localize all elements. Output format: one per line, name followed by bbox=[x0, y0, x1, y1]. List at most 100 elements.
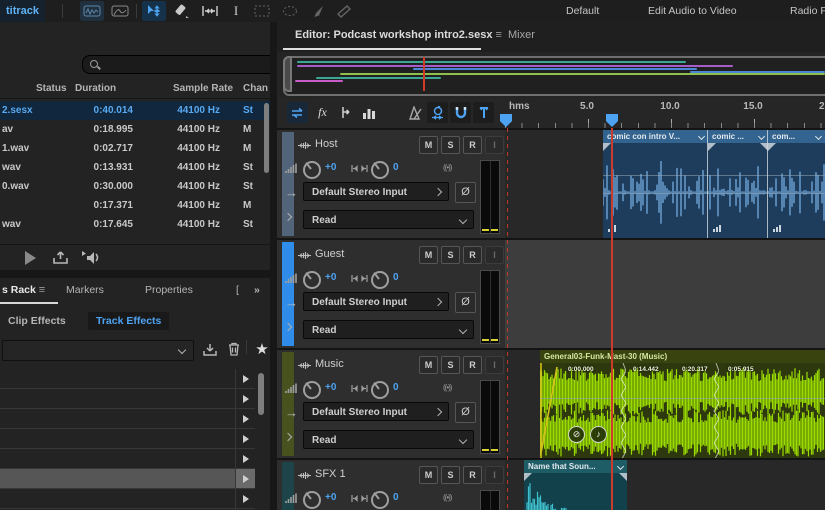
music-clip[interactable]: General03-Funk-Mast-30 (Music) 0:00.000 … bbox=[539, 350, 825, 458]
input-monitor-button[interactable]: I bbox=[485, 356, 504, 374]
expand-chevron-icon[interactable] bbox=[283, 432, 293, 443]
phase-toggle[interactable]: Ø bbox=[455, 292, 476, 313]
preset-dropdown[interactable] bbox=[2, 340, 194, 361]
column-sample-rate[interactable]: Sample Rate bbox=[173, 83, 233, 94]
phase-toggle[interactable]: Ø bbox=[455, 402, 476, 423]
fade-in-envelope[interactable] bbox=[540, 363, 560, 458]
pan-envelope[interactable] bbox=[603, 192, 708, 194]
fade-out-handle[interactable] bbox=[619, 473, 627, 481]
subtab-clip-effects[interactable]: Clip Effects bbox=[0, 312, 74, 330]
panel-divider[interactable] bbox=[0, 270, 270, 278]
subtab-track-effects[interactable]: Track Effects bbox=[88, 312, 170, 330]
marquee-selection-icon[interactable] bbox=[250, 1, 274, 21]
monitor-icon[interactable]: ((•)) bbox=[443, 493, 453, 502]
tab-editor[interactable]: Editor: Podcast workshop intro2.sesx ≡ bbox=[295, 29, 502, 41]
volume-knob[interactable] bbox=[303, 491, 321, 509]
workspace-radio[interactable]: Radio Pr bbox=[790, 0, 825, 22]
slot-arrow-icon[interactable] bbox=[235, 369, 255, 388]
files-scrollbar[interactable] bbox=[264, 103, 269, 173]
solo-button[interactable]: S bbox=[441, 136, 460, 154]
tab-properties[interactable]: Properties bbox=[145, 284, 193, 296]
auto-play-speaker-icon[interactable] bbox=[80, 249, 100, 269]
timeline-navigator[interactable] bbox=[277, 52, 825, 98]
waveform-view-icon[interactable] bbox=[80, 1, 104, 21]
snap-magnet-icon[interactable] bbox=[450, 102, 471, 123]
record-arm-button[interactable]: R bbox=[463, 356, 482, 374]
timeline-ruler[interactable]: hms 5.0 10.0 15.0 2 bbox=[500, 98, 825, 129]
audio-clip[interactable]: comic con intro V... bbox=[602, 130, 708, 238]
expand-chevron-icon[interactable] bbox=[283, 212, 293, 223]
play-button[interactable] bbox=[25, 251, 36, 265]
metronome-icon[interactable] bbox=[405, 102, 426, 123]
clip-music-note-icon[interactable]: ♪ bbox=[590, 426, 607, 443]
input-selector[interactable]: Default Stereo Input bbox=[303, 292, 449, 311]
multitrack-view-button[interactable]: titrack bbox=[0, 0, 46, 22]
spectral-view-icon[interactable] bbox=[108, 1, 132, 21]
navigator-playhead[interactable] bbox=[423, 57, 425, 91]
expand-chevron-icon[interactable] bbox=[283, 322, 293, 333]
track-name[interactable]: Guest bbox=[315, 248, 344, 260]
panel-menu-icon[interactable]: ≡ bbox=[39, 284, 45, 296]
metering-bars-icon[interactable] bbox=[358, 102, 379, 123]
record-arm-button[interactable]: R bbox=[463, 246, 482, 264]
delete-preset-trash-icon[interactable] bbox=[224, 338, 244, 360]
fade-in-handle[interactable] bbox=[524, 473, 532, 481]
fx-icon[interactable]: fx bbox=[312, 102, 333, 123]
effect-slot-row[interactable] bbox=[0, 369, 255, 389]
fade-in-handle[interactable] bbox=[768, 143, 776, 151]
automation-mode-selector[interactable]: Read bbox=[303, 430, 474, 449]
file-row[interactable]: av 0:18.995 44100 Hz M bbox=[0, 120, 270, 139]
skip-selection-icon[interactable] bbox=[427, 102, 448, 123]
volume-knob[interactable] bbox=[303, 161, 321, 179]
audio-clip[interactable]: com... bbox=[767, 130, 825, 238]
razor-tool-icon[interactable] bbox=[170, 1, 194, 21]
move-tool-icon[interactable] bbox=[142, 1, 166, 21]
effect-slot-row[interactable] bbox=[0, 389, 255, 409]
volume-envelope[interactable] bbox=[540, 397, 825, 399]
file-row[interactable]: 0:17.371 44100 Hz M bbox=[0, 196, 270, 215]
track-name[interactable]: Music bbox=[315, 358, 344, 370]
volume-envelope[interactable] bbox=[708, 175, 768, 177]
pan-knob[interactable] bbox=[371, 161, 389, 179]
volume-envelope[interactable] bbox=[603, 175, 708, 177]
slot-arrow-icon[interactable] bbox=[235, 449, 255, 468]
track-lane-sfx[interactable]: Name that Soun... bbox=[505, 460, 825, 510]
selection-start-handle[interactable] bbox=[500, 114, 512, 127]
track-lane-host[interactable]: comic con intro V... comic ... com... bbox=[505, 130, 825, 238]
track-lane-music[interactable]: General03-Funk-Mast-30 (Music) 0:00.000 … bbox=[505, 350, 825, 458]
save-preset-icon[interactable] bbox=[200, 338, 220, 360]
track-name[interactable]: Host bbox=[315, 138, 338, 150]
track-name[interactable]: SFX 1 bbox=[315, 468, 346, 480]
input-monitor-button[interactable]: I bbox=[485, 466, 504, 484]
routing-icon[interactable] bbox=[335, 102, 356, 123]
phase-toggle[interactable]: Ø bbox=[455, 182, 476, 203]
tab-mixer[interactable]: Mixer bbox=[508, 29, 535, 41]
panel-overflow-icon[interactable]: » bbox=[254, 284, 260, 296]
effect-slot-row[interactable] bbox=[0, 489, 255, 509]
column-status[interactable]: Status bbox=[36, 83, 67, 94]
lasso-selection-icon[interactable] bbox=[278, 1, 302, 21]
effect-slot-row[interactable] bbox=[0, 409, 255, 429]
export-icon[interactable] bbox=[52, 249, 69, 269]
navigator-left-handle[interactable] bbox=[283, 56, 292, 92]
fade-in-handle[interactable] bbox=[603, 143, 611, 151]
panel-divider[interactable] bbox=[270, 22, 277, 510]
workspace-default[interactable]: Default bbox=[566, 0, 599, 22]
slot-arrow-icon[interactable] bbox=[235, 429, 255, 448]
volume-knob[interactable] bbox=[303, 271, 321, 289]
fade-in-handle[interactable] bbox=[708, 143, 716, 151]
solo-button[interactable]: S bbox=[441, 356, 460, 374]
file-row[interactable]: 2.sesx 0:40.014 44100 Hz St bbox=[0, 101, 270, 120]
playhead-handle[interactable] bbox=[606, 114, 618, 127]
record-arm-button[interactable]: R bbox=[463, 136, 482, 154]
tab-effects-rack[interactable]: s Rack ≡ bbox=[2, 284, 45, 296]
column-channels[interactable]: Chan bbox=[243, 83, 268, 94]
slot-arrow-icon[interactable] bbox=[235, 469, 255, 488]
spot-healing-tool-icon[interactable] bbox=[332, 1, 356, 21]
track-lane-guest[interactable] bbox=[505, 240, 825, 348]
favorite-star-icon[interactable]: ★ bbox=[252, 338, 272, 360]
mute-button[interactable]: M bbox=[419, 466, 438, 484]
playhead-line[interactable] bbox=[611, 128, 613, 510]
pan-knob[interactable] bbox=[371, 491, 389, 509]
effects-scrollbar[interactable] bbox=[258, 373, 264, 415]
